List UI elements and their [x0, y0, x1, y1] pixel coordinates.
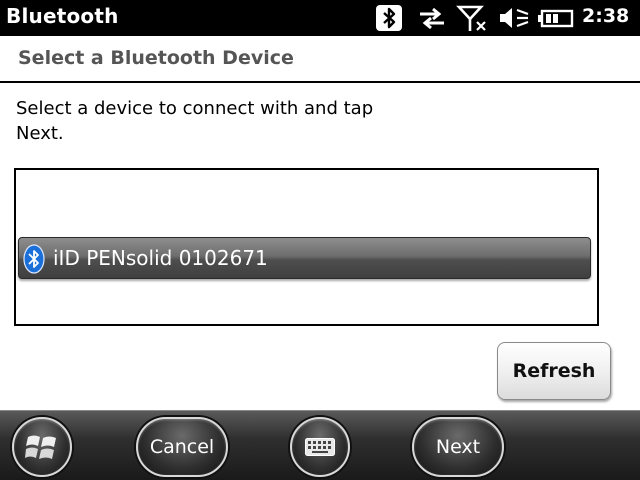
keyboard-icon	[305, 438, 335, 456]
data-connection-icon[interactable]	[416, 4, 448, 32]
device-name: iID PENsolid 0102671	[53, 246, 268, 270]
clock[interactable]: 2:38	[582, 5, 629, 27]
bluetooth-icon[interactable]	[375, 4, 403, 32]
softkey-bar: Cancel Next	[0, 410, 640, 480]
page-header: Select a Bluetooth Device	[0, 36, 640, 83]
page-title: Select a Bluetooth Device	[18, 47, 294, 69]
bluetooth-icon	[23, 244, 45, 274]
windows-logo-icon	[25, 435, 56, 459]
instructions-text: Select a device to connect with and tap …	[16, 98, 374, 144]
battery-icon[interactable]	[537, 4, 575, 32]
next-button[interactable]: Next	[412, 417, 504, 477]
refresh-button[interactable]: Refresh	[497, 342, 611, 400]
start-button[interactable]	[12, 417, 72, 477]
device-list-item[interactable]: iID PENsolid 0102671	[18, 237, 591, 279]
keyboard-button[interactable]	[290, 417, 350, 477]
cancel-button[interactable]: Cancel	[136, 417, 228, 477]
title-bar: Bluetooth 2:38	[0, 0, 640, 36]
app-title: Bluetooth	[6, 4, 119, 28]
no-signal-icon[interactable]	[456, 4, 490, 32]
speaker-muted-icon[interactable]	[497, 4, 531, 32]
device-list[interactable]: iID PENsolid 0102671	[14, 168, 599, 326]
